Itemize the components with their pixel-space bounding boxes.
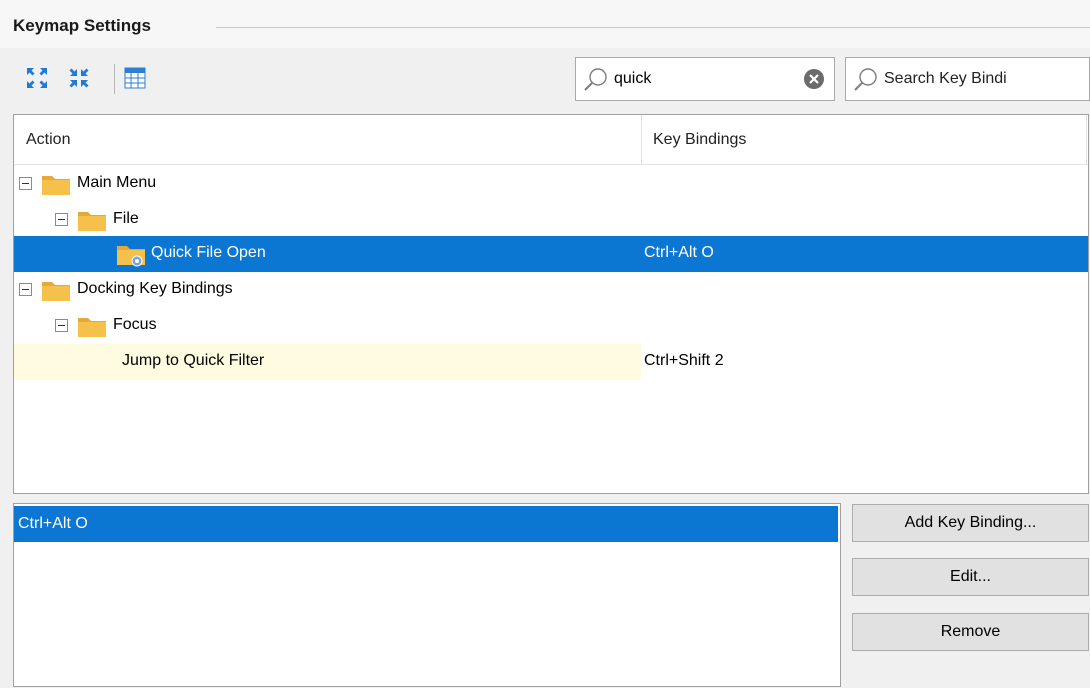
expand-all-button[interactable] [24,65,50,91]
key-binding-search-input[interactable] [884,68,1084,90]
tree-row-label: Jump to Quick Filter [122,352,265,369]
folder-icon [78,212,106,231]
tree-row-label: Quick File Open [151,244,266,261]
column-header-key-bindings[interactable]: Key Bindings [641,115,1086,165]
command-folder-icon [117,246,145,267]
tree-row-label: File [113,210,139,227]
column-header-action[interactable]: Action [14,115,641,165]
collapse-toggle-icon[interactable] [19,177,32,190]
collapse-all-icon [69,68,89,88]
tree-row-label: Docking Key Bindings [77,280,233,297]
key-binding-search-box[interactable] [845,57,1090,101]
folder-icon [42,282,70,301]
panel-title: Keymap Settings [13,16,151,35]
tree-row-hovered[interactable]: Jump to Quick Filter Ctrl+Shift 2 [14,344,1088,380]
search-icon [584,68,607,91]
keymap-settings-group: Keymap Settings [0,0,1090,48]
collapse-toggle-icon[interactable] [55,213,68,226]
collapse-toggle-icon[interactable] [19,283,32,296]
folder-icon [78,318,106,337]
tree-row-label: Focus [113,316,157,333]
search-icon [854,68,877,91]
add-key-binding-button[interactable]: Add Key Binding... [852,504,1089,542]
folder-icon [42,176,70,195]
action-filter-input[interactable] [614,68,794,90]
collapse-toggle-icon[interactable] [55,319,68,332]
tree-row[interactable]: Docking Key Bindings [14,272,1088,308]
key-binding-list-item[interactable]: Ctrl+Alt O [14,506,838,542]
expand-all-icon [27,68,47,88]
edit-button[interactable]: Edit... [852,558,1089,596]
collapse-all-button[interactable] [66,65,92,91]
tree-row-selected[interactable]: Quick File Open Ctrl+Alt O [14,236,1088,272]
tree-row[interactable]: Main Menu [14,166,1088,202]
tree-header: Action Key Bindings [14,115,1088,165]
grid-icon [124,67,146,89]
tree-row[interactable]: File [14,202,1088,238]
column-divider [1086,115,1087,165]
row-hover-highlight [14,344,641,380]
tree-row-binding: Ctrl+Alt O [644,244,714,261]
tree-row-binding: Ctrl+Shift 2 [644,352,724,369]
clear-icon [809,74,819,84]
key-bindings-list[interactable]: Ctrl+Alt O [13,503,841,687]
tree-row[interactable]: Focus [14,308,1088,344]
action-filter-box[interactable] [575,57,835,101]
remove-button[interactable]: Remove [852,613,1089,651]
grid-view-button[interactable] [122,65,148,91]
clear-filter-button[interactable] [804,69,824,89]
action-tree[interactable]: Action Key Bindings Main Menu File Quick… [13,114,1089,494]
toolbar-separator [114,64,115,94]
tree-row-label: Main Menu [77,174,157,191]
group-divider [216,27,1090,28]
